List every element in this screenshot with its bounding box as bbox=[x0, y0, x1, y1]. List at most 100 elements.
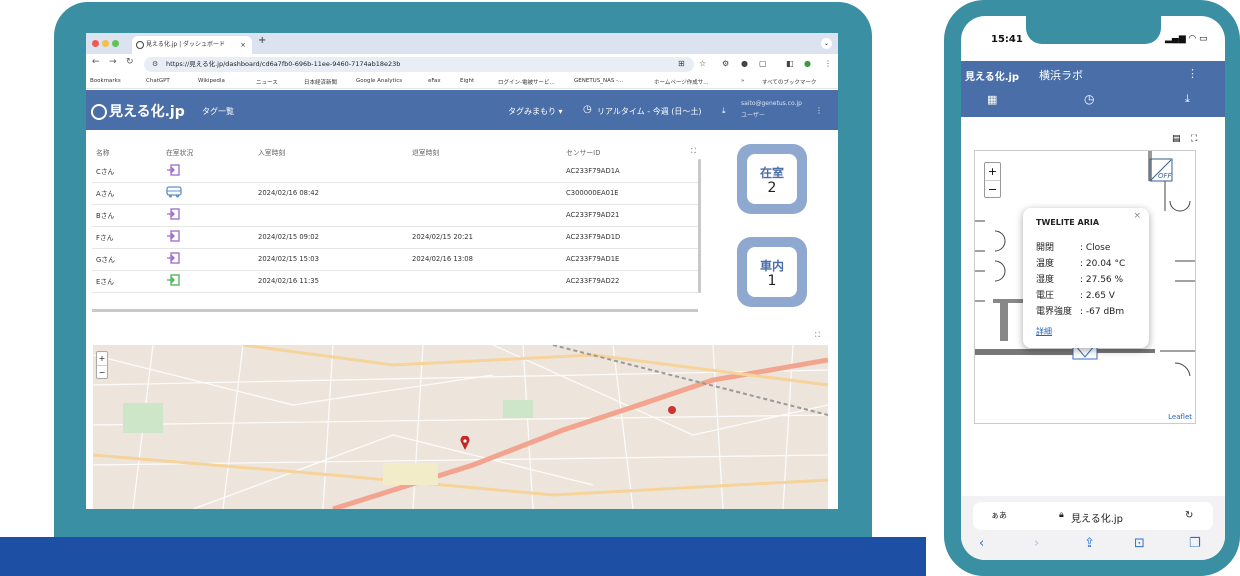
extension-icon[interactable]: ⚙ bbox=[722, 59, 729, 68]
bookmark-item[interactable]: eFax bbox=[428, 78, 441, 84]
sidepanel-icon[interactable]: ◧ bbox=[786, 59, 794, 68]
table-row[interactable]: Eさん 2024/02/16 11:35 AC233F79AD22 bbox=[92, 270, 700, 293]
name-cell: Eさん bbox=[92, 270, 162, 293]
entry-time-cell: 2024/02/16 11:35 bbox=[254, 270, 408, 293]
floor-zoom-in-button[interactable]: + bbox=[985, 163, 1000, 181]
bookmark-item[interactable]: ホームページ作成サ... bbox=[654, 78, 708, 86]
sensor-id-cell: AC233F79AD21 bbox=[562, 204, 700, 227]
table-row[interactable]: Fさん 2024/02/15 09:02 2024/02/15 20:21 AC233… bbox=[92, 226, 700, 249]
bookmark-item[interactable]: Google Analytics bbox=[356, 78, 402, 84]
exit-time-cell bbox=[408, 204, 562, 227]
phone-download-icon[interactable]: ⤓ bbox=[1185, 92, 1190, 106]
lock-icon: 🔒︎ bbox=[1059, 510, 1064, 520]
floor-zoom-out-button[interactable]: − bbox=[985, 181, 1000, 198]
entry-time-cell: 2024/02/15 09:02 bbox=[254, 226, 408, 249]
bookmark-item[interactable]: ニュース bbox=[256, 78, 278, 86]
floor-zoom-control: + − bbox=[984, 162, 1001, 198]
safari-toolbar: ぁあ 🔒︎ 見える化.jp ↻ ‹ › ⇪ ⊡ ❐ bbox=[961, 496, 1225, 560]
app-header: 見える化.jp タグ一覧 タグみまもり ▾ ◷ リアルタイム - 今週 (日〜土… bbox=[86, 90, 838, 130]
tabs-icon[interactable]: ❐ bbox=[1189, 536, 1201, 551]
map-zoom-in-button[interactable]: + bbox=[97, 352, 107, 366]
phone-fullscreen-icon[interactable]: ⛶ bbox=[1191, 134, 1197, 144]
popup-detail-link[interactable]: 詳細 bbox=[1036, 326, 1052, 337]
user-select[interactable]: タグみまもり ▾ bbox=[508, 106, 563, 117]
bookmark-star-icon[interactable]: ☆ bbox=[699, 59, 706, 68]
site-settings-icon[interactable]: ⚙ bbox=[152, 57, 158, 72]
bookmark-item[interactable]: すべてのブックマーク bbox=[762, 78, 816, 86]
new-tab-button[interactable]: + bbox=[258, 35, 266, 46]
site-icon bbox=[136, 41, 144, 49]
table-scrollbar[interactable] bbox=[698, 159, 701, 293]
phone-notch bbox=[1026, 16, 1161, 44]
sensor-id-cell: AC233F79AD1D bbox=[562, 226, 700, 249]
popup-row: 温度: 20.04 °C bbox=[1036, 259, 1126, 269]
menu-icon[interactable]: ⋮ bbox=[815, 106, 823, 115]
phone-clock-icon[interactable]: ◷ bbox=[1084, 92, 1094, 106]
table-row[interactable]: Bさん AC233F79AD21 bbox=[92, 204, 700, 227]
map-view[interactable]: + − bbox=[93, 345, 828, 509]
tab-list-chevron-icon[interactable]: ⌄ bbox=[821, 38, 832, 49]
bookmark-item[interactable]: 日本経済新聞 bbox=[304, 78, 337, 86]
column-header: センサーID bbox=[566, 149, 601, 157]
bookmark-item[interactable]: Bookmarks bbox=[90, 78, 121, 84]
status-cell bbox=[162, 226, 254, 249]
bookmark-item[interactable]: Eight bbox=[460, 78, 474, 84]
bookmark-item[interactable]: ログイン-電被サービ... bbox=[498, 78, 555, 86]
period-select[interactable]: リアルタイム - 今週 (日〜土) bbox=[597, 106, 702, 117]
extensions-puzzle-icon[interactable]: ▢ bbox=[759, 59, 767, 68]
enter-status-icon bbox=[166, 252, 180, 264]
app-logo[interactable]: 見える化.jp bbox=[91, 101, 185, 121]
document-icon[interactable]: ▤ bbox=[1172, 134, 1181, 144]
maximize-window-button[interactable] bbox=[112, 40, 119, 47]
safari-forward-icon[interactable]: › bbox=[1034, 536, 1039, 551]
map-zoom-out-button[interactable]: − bbox=[97, 366, 107, 379]
translate-icon[interactable]: ⊞ bbox=[678, 59, 685, 68]
sensor-id-cell: C300000EA01E bbox=[562, 182, 700, 205]
forward-icon[interactable]: → bbox=[109, 57, 117, 67]
dashboard-icon[interactable]: ▦ bbox=[987, 93, 997, 106]
profile-avatar[interactable]: ● bbox=[804, 59, 811, 68]
table-row[interactable]: Gさん 2024/02/15 15:03 2024/02/16 13:08 AC233… bbox=[92, 248, 700, 271]
bookmark-item[interactable]: GENETUS_NAS -... bbox=[574, 78, 623, 84]
reload-icon[interactable]: ↻ bbox=[126, 57, 134, 67]
nav-tag-list[interactable]: タグ一覧 bbox=[202, 106, 234, 117]
in-car-label: 車内 bbox=[759, 259, 784, 273]
extension-icon-2[interactable]: ● bbox=[741, 59, 748, 68]
back-icon[interactable]: ← bbox=[92, 57, 100, 67]
table-row[interactable]: Cさん AC233F79AD1A bbox=[92, 160, 700, 183]
browser-window: 見える化.jp | ダッシュボード × + ⌄ ← → ↻ ⚙ https://… bbox=[86, 33, 838, 509]
browser-tab[interactable]: 見える化.jp | ダッシュボード × bbox=[132, 36, 252, 54]
browser-menu-icon[interactable]: ⋮ bbox=[824, 59, 832, 68]
map-fullscreen-icon[interactable]: ⛶ bbox=[815, 331, 820, 340]
minimize-window-button[interactable] bbox=[102, 40, 109, 47]
tab-close-icon[interactable]: × bbox=[240, 36, 246, 54]
share-icon[interactable]: ⇪ bbox=[1084, 536, 1095, 551]
signal-wifi-battery-icon: ▂▄▆ ◠ ▭ bbox=[1165, 34, 1208, 44]
table-row[interactable]: Aさん 2024/02/16 08:42 C300000EA01E bbox=[92, 182, 700, 205]
bookmark-item[interactable]: ChatGPT bbox=[146, 78, 170, 84]
phone-app-logo[interactable]: 見える化.jp bbox=[965, 68, 1019, 83]
safari-reload-icon[interactable]: ↻ bbox=[1185, 510, 1193, 521]
enter-status-icon bbox=[166, 208, 180, 220]
bookmark-item[interactable]: Wikipedia bbox=[198, 78, 225, 84]
bookmark-overflow[interactable]: » bbox=[741, 78, 744, 84]
exit-time-cell bbox=[408, 160, 562, 183]
table-hscrollbar[interactable] bbox=[92, 309, 698, 312]
leaflet-attribution[interactable]: Leaflet bbox=[1168, 413, 1192, 421]
in-room-label: 在室 bbox=[759, 166, 784, 180]
download-icon[interactable]: ⤓ bbox=[722, 106, 726, 116]
status-time: 15:41 bbox=[991, 34, 1023, 45]
status-cell bbox=[162, 248, 254, 271]
floor-plan-map[interactable]: OFF + − TWELITE ARIA × 開閉: Close 温度: 20.… bbox=[974, 150, 1196, 424]
map-marker-icon[interactable] bbox=[460, 435, 470, 450]
bookmarks-icon[interactable]: ⊡ bbox=[1134, 536, 1145, 551]
text-size-button[interactable]: ぁあ bbox=[991, 510, 1007, 521]
close-window-button[interactable] bbox=[92, 40, 99, 47]
safari-back-icon[interactable]: ‹ bbox=[979, 536, 984, 551]
phone-menu-icon[interactable]: ⋮ bbox=[1187, 67, 1198, 80]
popup-close-icon[interactable]: × bbox=[1133, 211, 1141, 221]
name-cell: Gさん bbox=[92, 248, 162, 271]
safari-address-bar[interactable]: ぁあ 🔒︎ 見える化.jp ↻ bbox=[973, 502, 1213, 530]
address-bar[interactable]: ⚙ https://見える化.jp/dashboard/cd6a7fb0-696… bbox=[144, 57, 694, 72]
present-status-icon bbox=[166, 274, 180, 286]
